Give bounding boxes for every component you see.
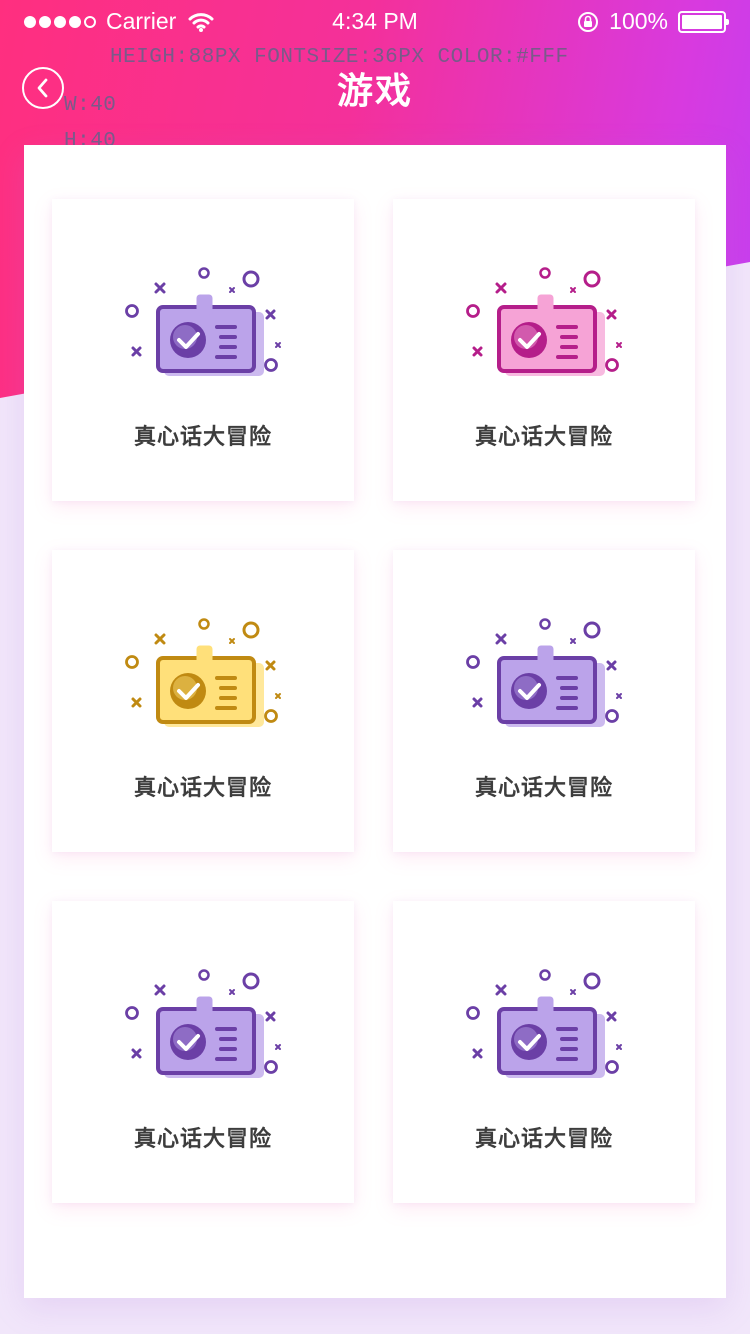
game-card-label: 真心话大冒险 — [474, 425, 613, 450]
game-card-label: 真心话大冒险 — [133, 425, 272, 450]
id-badge-check-icon — [125, 267, 281, 376]
game-card-label: 真心话大冒险 — [133, 1127, 272, 1152]
page-title: 游戏 — [336, 71, 413, 112]
id-badge-check-icon — [466, 618, 622, 727]
game-card-label: 真心话大冒险 — [133, 776, 272, 801]
game-card[interactable]: 真心话大冒险 — [393, 901, 695, 1203]
status-bar: Carrier 4:34 PM 100% — [0, 0, 750, 42]
id-badge-check-icon — [125, 969, 281, 1078]
game-card[interactable]: 真心话大冒险 — [393, 550, 695, 852]
game-card[interactable]: 真心话大冒险 — [52, 550, 354, 852]
id-badge-check-icon — [125, 618, 281, 727]
game-card[interactable]: 真心话大冒险 — [393, 199, 695, 501]
battery-percent: 100% — [609, 8, 668, 34]
game-card-label: 真心话大冒险 — [474, 1127, 613, 1152]
game-card[interactable]: 真心话大冒险 — [52, 901, 354, 1203]
battery-icon — [678, 10, 729, 33]
game-card[interactable]: 真心话大冒险 — [52, 199, 354, 501]
id-badge-check-icon — [466, 969, 622, 1078]
rotation-lock-icon — [578, 11, 599, 32]
game-grid: 真心话大冒险 真心话大冒险 真心话大冒险 真心话大冒险 真心话大冒险 真心话大冒险 — [52, 199, 695, 1203]
id-badge-check-icon — [466, 267, 622, 376]
game-panel: 真心话大冒险 真心话大冒险 真心话大冒险 真心话大冒险 真心话大冒险 真心话大冒险 — [24, 145, 726, 1298]
game-card-label: 真心话大冒险 — [474, 776, 613, 801]
status-bar-right: 100% — [577, 8, 729, 35]
